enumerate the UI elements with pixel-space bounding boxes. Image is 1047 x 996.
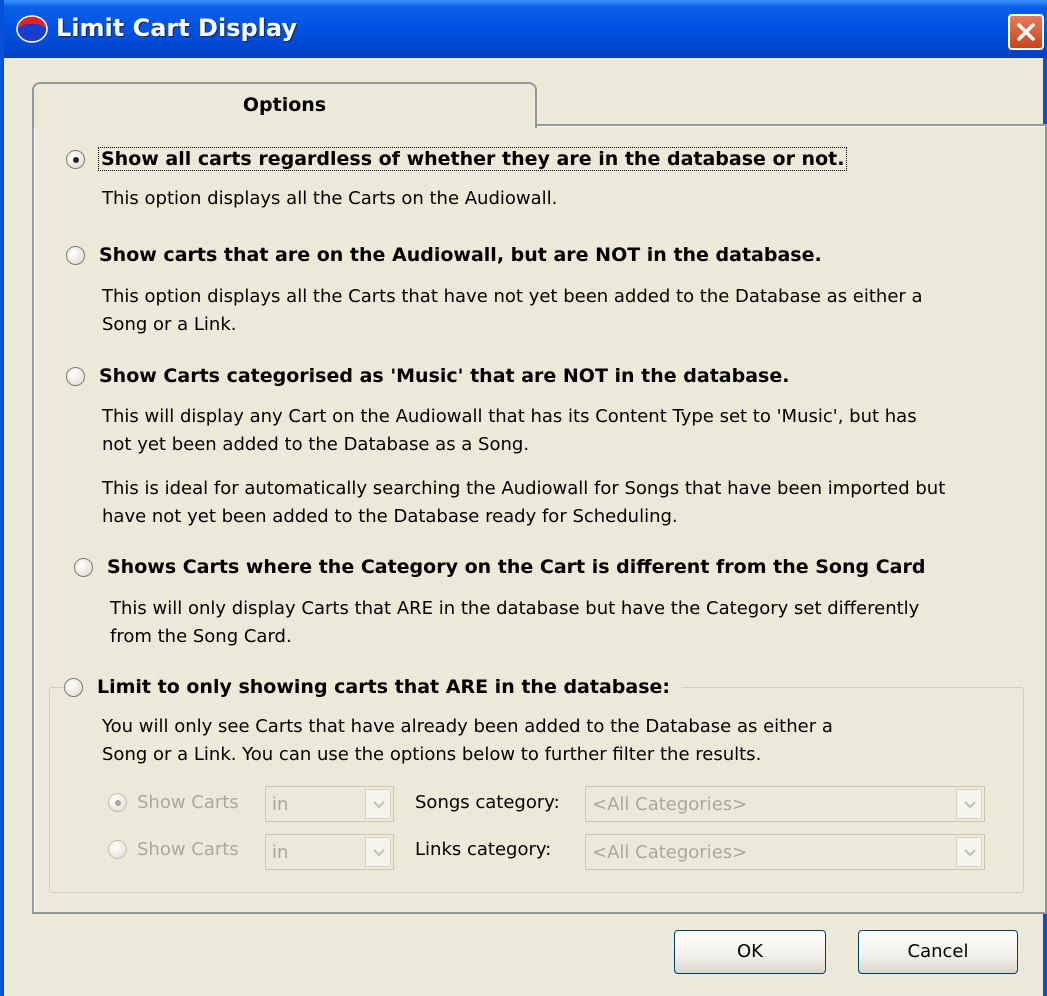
tab-options-label: Options — [242, 94, 327, 116]
description-line: Song or a Link. You can use the options … — [102, 744, 762, 765]
filter-links-radio[interactable] — [108, 840, 127, 859]
description-line: not yet been added to the Database as a … — [102, 434, 530, 455]
links-category-value: <All Categories> — [592, 842, 748, 863]
option-category-different-label[interactable]: Shows Carts where the Category on the Ca… — [107, 556, 925, 578]
option-not-in-database[interactable]: Show carts that are on the Audiowall, bu… — [66, 244, 822, 266]
filter-songs-in-value: in — [272, 794, 289, 815]
option-show-all-radio[interactable] — [66, 149, 85, 169]
option-music-not-in-database-radio[interactable] — [66, 366, 85, 386]
tab-options[interactable]: Options — [32, 82, 537, 128]
filter-links-in-value: in — [272, 842, 289, 863]
description-line: This will display any Cart on the Audiow… — [102, 406, 917, 427]
filter-songs-radio-label: Show Carts — [137, 792, 239, 813]
songs-category-dropdown-button[interactable] — [956, 789, 982, 819]
option-limit-in-database-label[interactable]: Limit to only showing carts that ARE in … — [97, 676, 670, 698]
option-not-in-database-label[interactable]: Show carts that are on the Audiowall, bu… — [99, 244, 822, 266]
option-not-in-database-description: This option displays all the Carts that … — [102, 283, 923, 339]
title-bar[interactable]: Limit Cart Display — [4, 0, 1047, 58]
description-line: This option displays all the Carts that … — [102, 286, 923, 307]
links-category-label: Links category: — [415, 839, 552, 860]
option-show-all-label[interactable]: Show all carts regardless of whether the… — [97, 147, 848, 171]
option-category-different[interactable]: Shows Carts where the Category on the Ca… — [74, 556, 925, 578]
option-category-different-radio[interactable] — [74, 557, 93, 577]
songs-category-label: Songs category: — [415, 792, 560, 813]
songs-category-value: <All Categories> — [592, 794, 748, 815]
description-line: You will only see Carts that have alread… — [102, 716, 833, 737]
chevron-down-icon — [373, 849, 385, 857]
option-music-description: This will display any Cart on the Audiow… — [102, 403, 917, 459]
description-line: from the Song Card. — [110, 626, 292, 647]
dialog-window: Limit Cart Display Options Show all cart… — [0, 0, 1047, 996]
filter-songs-in-select[interactable]: in — [265, 786, 394, 822]
option-music-not-in-database[interactable]: Show Carts categorised as 'Music' that a… — [66, 365, 789, 387]
chevron-down-icon — [964, 849, 976, 857]
filter-links-radio-label: Show Carts — [137, 839, 239, 860]
option-category-different-description: This will only display Carts that ARE in… — [110, 595, 919, 651]
option-music-not-in-database-label[interactable]: Show Carts categorised as 'Music' that a… — [99, 365, 789, 387]
option-show-all-description: This option displays all the Carts on th… — [102, 188, 558, 209]
links-category-dropdown-button[interactable] — [956, 837, 982, 867]
chevron-down-icon — [373, 801, 385, 809]
ok-button[interactable]: OK — [674, 930, 826, 974]
window-title: Limit Cart Display — [56, 14, 297, 42]
option-music-description-2: This is ideal for automatically searchin… — [102, 475, 945, 531]
links-category-select[interactable]: <All Categories> — [585, 834, 985, 870]
description-line: Song or a Link. — [102, 314, 237, 335]
option-show-all[interactable]: Show all carts regardless of whether the… — [66, 147, 848, 171]
option-not-in-database-radio[interactable] — [66, 245, 85, 265]
description-line: have not yet been added to the Database … — [102, 506, 678, 527]
filter-links-in-dropdown-button[interactable] — [365, 837, 391, 867]
close-button[interactable] — [1008, 14, 1044, 50]
option-limit-in-database[interactable]: Limit to only showing carts that ARE in … — [64, 676, 682, 698]
close-icon — [1017, 23, 1035, 41]
option-limit-in-database-radio[interactable] — [64, 677, 83, 697]
description-line: This is ideal for automatically searchin… — [102, 478, 946, 499]
chevron-down-icon — [964, 801, 976, 809]
filter-songs-in-dropdown-button[interactable] — [365, 789, 391, 819]
option-limit-description: You will only see Carts that have alread… — [102, 713, 833, 769]
filter-songs-show-carts[interactable]: Show Carts — [108, 792, 239, 813]
songs-category-select[interactable]: <All Categories> — [585, 786, 985, 822]
filter-links-in-select[interactable]: in — [265, 834, 394, 870]
filter-songs-radio[interactable] — [108, 793, 127, 812]
app-icon — [16, 15, 48, 43]
description-line: This will only display Carts that ARE in… — [110, 598, 920, 619]
filter-links-show-carts[interactable]: Show Carts — [108, 839, 239, 860]
cancel-button[interactable]: Cancel — [858, 930, 1018, 974]
